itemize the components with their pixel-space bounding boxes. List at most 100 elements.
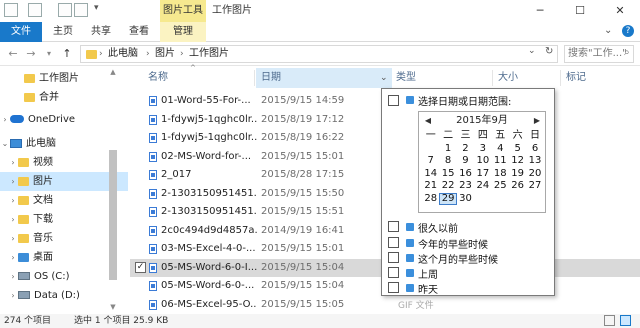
- column-divider[interactable]: [254, 70, 255, 86]
- tab-view[interactable]: 查看: [124, 22, 154, 42]
- option-checkbox-yesterday[interactable]: [388, 282, 399, 293]
- nav-item-merge[interactable]: 合并: [0, 88, 128, 107]
- calendar-day[interactable]: 13: [526, 155, 543, 168]
- calendar-day[interactable]: 3: [474, 143, 491, 156]
- up-button[interactable]: ↑: [58, 42, 76, 66]
- option-yesterday[interactable]: 昨天: [418, 281, 438, 296]
- calendar-day[interactable]: 1: [439, 143, 456, 156]
- back-button[interactable]: ←: [4, 42, 22, 66]
- minimize-button[interactable]: ─: [520, 0, 560, 22]
- option-earlier-this-year[interactable]: 今年的早些时候: [418, 236, 488, 251]
- breadcrumb-pictures[interactable]: 图片: [155, 45, 175, 63]
- weekday-label: 四: [477, 130, 488, 141]
- calendar-day[interactable]: 7: [422, 155, 439, 168]
- calendar-day[interactable]: [509, 193, 526, 206]
- window-title: 工作图片: [212, 5, 252, 16]
- option-checkbox-long-ago[interactable]: [388, 221, 399, 232]
- maximize-button[interactable]: ☐: [560, 0, 600, 22]
- nav-scrollbar-thumb[interactable]: [109, 150, 117, 280]
- column-header-date[interactable]: 日期 ⌄: [256, 68, 392, 88]
- close-button[interactable]: ✕: [600, 0, 640, 22]
- calendar-day[interactable]: 24: [474, 180, 491, 193]
- new-folder-icon[interactable]: [58, 3, 72, 17]
- calendar-day[interactable]: 9: [457, 155, 474, 168]
- weekday-label: 六: [512, 130, 523, 141]
- calendar-day[interactable]: 30: [457, 193, 474, 206]
- calendar-day[interactable]: 19: [509, 168, 526, 181]
- calendar-day[interactable]: [422, 143, 439, 156]
- calendar-day[interactable]: 5: [509, 143, 526, 156]
- option-checkbox-earlier-this-year[interactable]: [388, 237, 399, 248]
- image-file-icon: [149, 299, 157, 310]
- forward-button[interactable]: →: [22, 42, 40, 66]
- calendar-day[interactable]: 4: [492, 143, 509, 156]
- option-checkbox-earlier-this-month[interactable]: [388, 252, 399, 263]
- refresh-icon[interactable]: ↻: [545, 46, 553, 57]
- calendar-day[interactable]: 12: [509, 155, 526, 168]
- row-checkbox[interactable]: ✓: [135, 261, 146, 273]
- quick-access-icon[interactable]: [74, 3, 88, 17]
- tab-manage[interactable]: 管理: [160, 22, 206, 42]
- calendar-day[interactable]: 16: [457, 168, 474, 181]
- downloads-folder-icon: [18, 214, 29, 224]
- column-divider[interactable]: [560, 70, 561, 86]
- option-long-ago[interactable]: 很久以前: [418, 220, 458, 235]
- calendar-day[interactable]: 21: [422, 180, 439, 193]
- calendar-day[interactable]: 22: [439, 180, 456, 193]
- details-view-icon[interactable]: [604, 315, 615, 326]
- calendar-day[interactable]: 18: [492, 168, 509, 181]
- calendar-day[interactable]: 28: [422, 193, 439, 206]
- app-icon[interactable]: [4, 3, 18, 17]
- option-last-week[interactable]: 上周: [418, 266, 438, 281]
- calendar-day[interactable]: 27: [526, 180, 543, 193]
- qat-dropdown-icon[interactable]: ▾: [94, 3, 99, 13]
- column-header-type[interactable]: 类型: [396, 68, 492, 88]
- recent-locations-icon[interactable]: ▾: [40, 42, 58, 66]
- address-dropdown-icon[interactable]: ⌄: [528, 46, 536, 56]
- next-month-icon[interactable]: ▶: [531, 114, 543, 128]
- tab-share[interactable]: 共享: [86, 22, 116, 42]
- help-icon[interactable]: ?: [622, 25, 634, 37]
- scroll-up-arrow-icon[interactable]: ▲: [108, 68, 118, 76]
- breadcrumb-work-pictures[interactable]: 工作图片: [189, 45, 229, 63]
- properties-icon[interactable]: [28, 3, 42, 17]
- tab-file[interactable]: 文件: [0, 22, 42, 42]
- calendar-day[interactable]: 15: [439, 168, 456, 181]
- calendar-day[interactable]: [526, 193, 543, 206]
- tab-home[interactable]: 主页: [48, 22, 78, 42]
- chevron-down-icon[interactable]: ⌄: [380, 68, 388, 88]
- option-earlier-this-month[interactable]: 这个月的早些时候: [418, 251, 498, 266]
- calendar-day[interactable]: 10: [474, 155, 491, 168]
- large-icons-view-icon[interactable]: [620, 315, 631, 326]
- folder-icon: [24, 92, 35, 102]
- calendar-day[interactable]: 17: [474, 168, 491, 181]
- calendar-day[interactable]: 25: [492, 180, 509, 193]
- calendar-day[interactable]: 2: [457, 143, 474, 156]
- calendar-day[interactable]: 8: [439, 155, 456, 168]
- scroll-down-arrow-icon[interactable]: ▼: [108, 303, 118, 311]
- column-header-size[interactable]: 大小: [498, 68, 558, 88]
- image-file-icon: [149, 151, 157, 162]
- column-header-name[interactable]: 名称: [130, 68, 254, 88]
- column-header-tags[interactable]: 标记: [566, 68, 626, 88]
- nav-item-onedrive[interactable]: › OneDrive: [0, 110, 128, 129]
- calendar-day-selected[interactable]: 29: [439, 192, 457, 205]
- file-row[interactable]: 06-MS-Excel-95-O... 2015/9/15 15:05: [130, 296, 640, 314]
- calendar-day[interactable]: 11: [492, 155, 509, 168]
- calendar-day[interactable]: 23: [457, 180, 474, 193]
- address-box[interactable]: [80, 45, 558, 63]
- status-selection: 选中 1 个项目 25.9 KB: [74, 316, 169, 326]
- calendar-day[interactable]: [492, 193, 509, 206]
- calendar-month-title[interactable]: 2015年9月: [419, 114, 545, 128]
- date-range-checkbox[interactable]: [388, 95, 399, 106]
- expand-ribbon-icon[interactable]: ⌄: [604, 25, 612, 36]
- option-checkbox-last-week[interactable]: [388, 267, 399, 278]
- calendar-day[interactable]: 26: [509, 180, 526, 193]
- calendar-week: 21 22 23 24 25 26 27: [422, 180, 544, 193]
- calendar-day[interactable]: 6: [526, 143, 543, 156]
- calendar-day[interactable]: 14: [422, 168, 439, 181]
- calendar-day[interactable]: 20: [526, 168, 543, 181]
- breadcrumb-this-pc[interactable]: 此电脑: [108, 45, 138, 63]
- column-divider[interactable]: [492, 70, 493, 86]
- calendar-day[interactable]: [474, 193, 491, 206]
